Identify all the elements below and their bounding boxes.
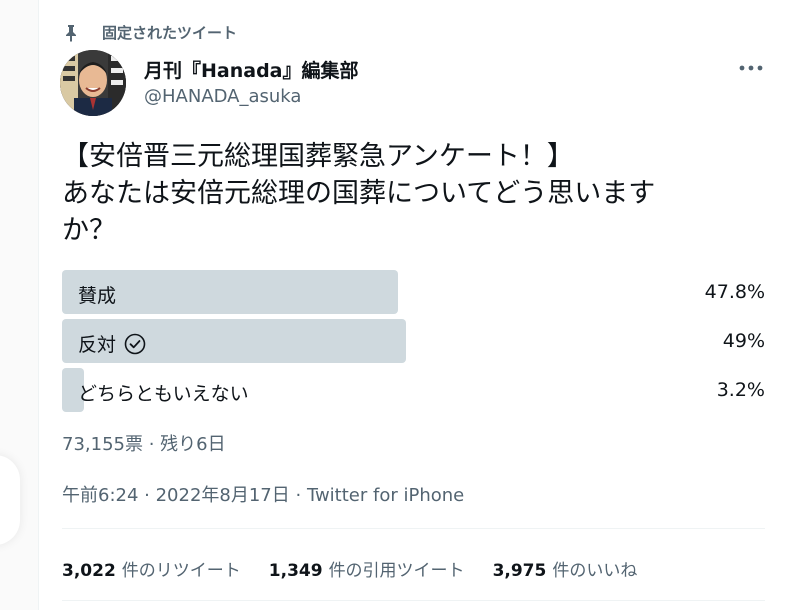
separator: · (138, 485, 156, 506)
avatar-image (60, 50, 126, 116)
tweet-card[interactable]: 固定されたツイート 月刊『Hanada』編集部 @HANADA_asuka 【安… (38, 0, 790, 610)
tweet-date: 2022年8月17日 (155, 485, 290, 506)
tweet-source-link[interactable]: Twitter for iPhone (307, 485, 464, 506)
pinned-label: 固定されたツイート (102, 24, 238, 42)
author-handle[interactable]: @HANADA_asuka (144, 86, 301, 107)
poll-option-label: 賛成 (78, 285, 117, 307)
pinned-indicator: 固定されたツイート (62, 22, 237, 43)
divider (62, 528, 765, 529)
tweet-time-link[interactable]: 午前6:24 · 2022年8月17日 (62, 485, 290, 506)
avatar[interactable] (60, 50, 126, 116)
quote-tweets-label: 件の引用ツイート (328, 561, 465, 581)
pin-icon (66, 24, 76, 42)
check-circle-icon (124, 333, 146, 354)
likes-label: 件のいいね (552, 561, 638, 581)
poll-option-label: どちらともいえない (78, 383, 249, 405)
poll: 賛成 47.8% 反対 49% どちらともいえない 3.2% (62, 270, 765, 417)
poll-option[interactable]: 反対 49% (62, 319, 765, 363)
tweet-time: 午前6:24 (62, 485, 139, 506)
engagement-stats: 3,022 件のリツイート 1,349 件の引用ツイート 3,975 件のいいね (62, 556, 665, 581)
retweets-stat[interactable]: 3,022 件のリツイート (62, 556, 241, 581)
left-sidebar-edge (0, 0, 39, 610)
more-options-button[interactable] (736, 56, 766, 80)
poll-option-label: 反対 (78, 334, 117, 356)
retweets-label: 件のリツイート (121, 561, 241, 581)
poll-option-percent: 47.8% (704, 281, 765, 303)
quote-tweets-stat[interactable]: 1,349 件の引用ツイート (269, 556, 465, 581)
author-name[interactable]: 月刊『Hanada』編集部 (144, 56, 359, 83)
likes-stat[interactable]: 3,975 件のいいね (493, 556, 638, 581)
more-icon (739, 65, 763, 71)
poll-option-percent: 49% (722, 330, 765, 352)
tweet-text: 【安倍晋三元総理国葬緊急アンケート！】 あなたは安倍元総理の国葬についてどう思い… (62, 141, 656, 246)
poll-vote-summary: 73,155票 · 残り6日 (62, 434, 226, 455)
poll-option[interactable]: どちらともいえない 3.2% (62, 368, 765, 412)
separator: · (289, 485, 307, 506)
retweets-count: 3,022 (62, 561, 116, 581)
timestamp-line: 午前6:24 · 2022年8月17日 · Twitter for iPhone (62, 481, 464, 507)
likes-count: 3,975 (492, 561, 547, 581)
poll-option-percent: 3.2% (716, 379, 765, 401)
poll-option[interactable]: 賛成 47.8% (62, 270, 765, 314)
divider (62, 600, 765, 601)
scroll-affordance (0, 455, 20, 545)
quote-tweets-count: 1,349 (268, 561, 323, 581)
